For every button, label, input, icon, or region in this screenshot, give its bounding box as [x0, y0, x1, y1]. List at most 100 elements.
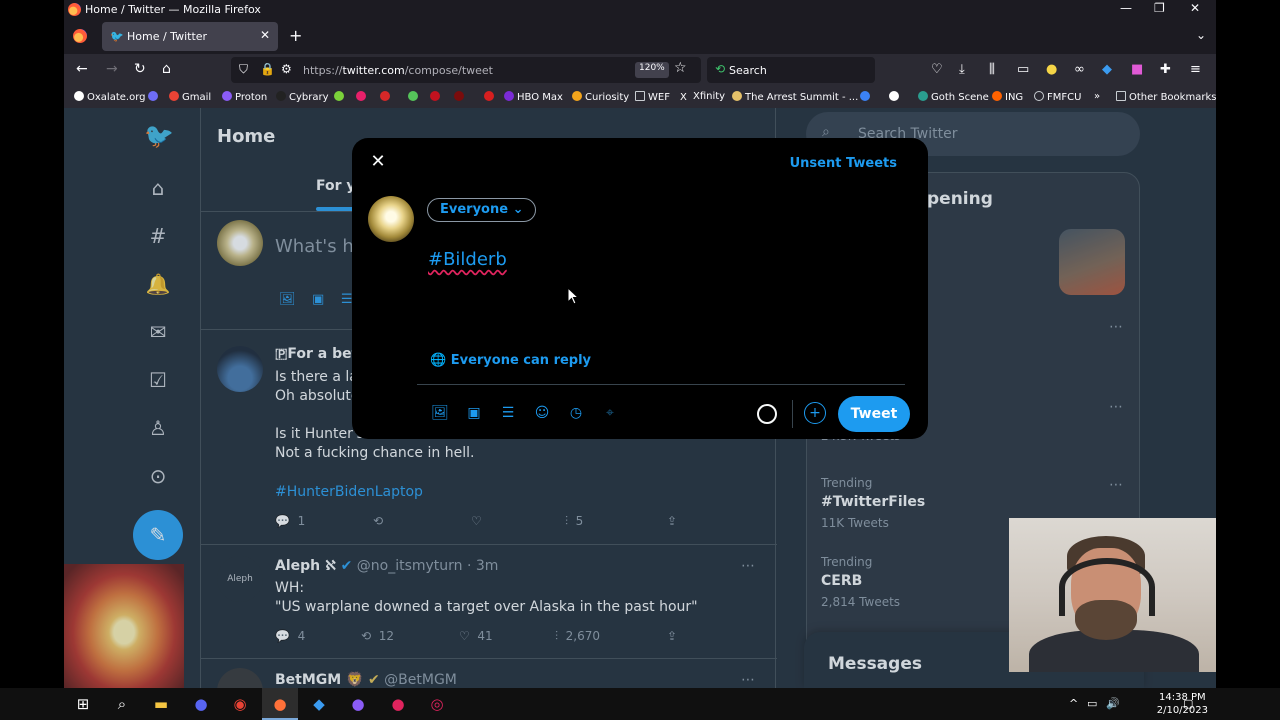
reload-button[interactable]: ↻ — [134, 61, 146, 77]
extension-emoji-icon[interactable]: ● — [1046, 62, 1057, 77]
add-thread-button[interactable]: + — [804, 402, 826, 424]
compose-toolbar: 🖼 ▣ ☰ ☺ ◷ ⌖ — [428, 405, 632, 421]
tweet-button[interactable]: Tweet — [838, 396, 910, 432]
bookmarks-toolbar: Oxalate.org Gmail Proton Cybrary HBO Max… — [64, 86, 1216, 108]
divider — [792, 400, 793, 428]
bookmark-item[interactable] — [889, 91, 902, 103]
lock-icon[interactable]: 🔒 — [260, 62, 275, 76]
gif-icon[interactable]: ▣ — [462, 405, 486, 421]
bookmark-item[interactable]: HBO Max — [504, 91, 563, 103]
bookmark-item[interactable] — [148, 91, 161, 103]
location-icon[interactable]: ⌖ — [598, 405, 622, 421]
forward-button[interactable]: → — [106, 61, 118, 77]
github-icon[interactable]: ● — [349, 695, 367, 713]
bookmark-item[interactable]: FMFCU — [1034, 91, 1081, 103]
discord-icon[interactable]: ● — [192, 695, 210, 713]
proton-icon — [222, 91, 232, 101]
maximize-button[interactable]: ❐ — [1154, 1, 1165, 15]
unsent-tweets-button[interactable]: Unsent Tweets — [790, 156, 897, 171]
bookmark-item[interactable]: Goth Scene — [918, 91, 989, 103]
extensions-puzzle-icon[interactable]: ✚ — [1160, 62, 1171, 77]
audience-selector[interactable]: Everyone ⌄ — [427, 198, 537, 222]
search-icon[interactable]: ⌕ — [113, 695, 131, 713]
bookmarks-overflow-button[interactable]: » — [1094, 91, 1100, 102]
tray-overflow-icon[interactable]: ^ — [1069, 697, 1078, 710]
firefox-icon — [68, 3, 81, 16]
bookmark-item[interactable]: Cybrary — [276, 91, 329, 103]
home-button[interactable]: ⌂ — [162, 61, 171, 77]
obs-icon[interactable]: ◎ — [428, 695, 446, 713]
network-icon[interactable]: ▭ — [1087, 697, 1097, 710]
bookmark-item[interactable] — [454, 91, 467, 103]
bookmark-item[interactable] — [430, 91, 443, 103]
tweet-text-input[interactable]: #Bilderb — [428, 249, 507, 270]
bookmark-item[interactable] — [334, 91, 347, 103]
downloads-icon[interactable]: ⤓ — [959, 62, 965, 77]
search-bar[interactable]: ⟲ Search — [707, 57, 875, 83]
emoji-icon[interactable]: ☺ — [530, 405, 554, 421]
extension-pink-icon[interactable]: ■ — [1131, 62, 1143, 77]
bookmark-item[interactable] — [380, 91, 393, 103]
new-tab-button[interactable]: + — [289, 26, 302, 45]
bookmark-item[interactable]: Oxalate.org — [74, 91, 145, 103]
bookmark-favicon-icon — [454, 91, 464, 101]
globe-icon — [1034, 91, 1044, 101]
webcam-overlay — [1009, 518, 1216, 672]
extension-blue-icon[interactable]: ◆ — [1102, 62, 1112, 77]
permissions-icon[interactable]: ⚙ — [281, 62, 292, 76]
library-icon[interactable]: ⫼ — [989, 62, 995, 77]
firefox-taskbar-icon[interactable]: ● — [271, 695, 289, 713]
firefox-view-icon[interactable] — [73, 29, 87, 43]
chrome-icon[interactable]: ◉ — [231, 695, 249, 713]
bookmark-star-icon[interactable]: ☆ — [674, 60, 687, 76]
volume-icon[interactable]: 🔊 — [1106, 697, 1120, 710]
url-bar[interactable]: ⛉ 🔒 ⚙ https://twitter.com/compose/tweet … — [231, 57, 701, 83]
other-bookmarks-folder[interactable]: Other Bookmarks — [1116, 91, 1216, 103]
bookmark-favicon-icon — [148, 91, 158, 101]
start-windows-icon[interactable]: ⊞ — [74, 695, 92, 713]
bookmark-favicon-icon — [334, 91, 344, 101]
bookmark-item[interactable]: ING — [992, 91, 1023, 103]
folder-icon — [1116, 91, 1126, 101]
file-explorer-icon[interactable]: ▬ — [152, 695, 170, 713]
cybrary-icon — [276, 91, 286, 101]
schedule-icon[interactable]: ◷ — [564, 405, 588, 421]
bookmark-item[interactable]: Gmail — [169, 91, 211, 103]
windows-taskbar: ⊞ ⌕ ▬ ● ◉ ● ◆ ● ● ◎ ^ ▭ 🔊 14:38 PM 2/10/… — [0, 688, 1280, 720]
poll-icon[interactable]: ☰ — [496, 405, 520, 421]
folder-icon — [635, 91, 645, 101]
menu-hamburger-icon[interactable]: ≡ — [1190, 62, 1201, 77]
hbo-max-icon — [504, 91, 514, 101]
headset-icon — [1059, 558, 1155, 616]
sidebar-icon[interactable]: ▭ — [1017, 62, 1029, 77]
tab-close-icon[interactable]: ✕ — [260, 28, 270, 42]
extension-glasses-icon[interactable]: ∞ — [1074, 62, 1085, 77]
back-button[interactable]: ← — [76, 61, 88, 77]
character-count-ring — [757, 404, 777, 424]
url-text[interactable]: https://twitter.com/compose/tweet — [303, 64, 493, 77]
media-icon[interactable]: 🖼 — [428, 405, 452, 421]
bookmark-item[interactable] — [408, 91, 421, 103]
bookmark-item[interactable]: The Arrest Summit - ... — [732, 91, 858, 103]
zoom-level-badge[interactable]: 120% — [635, 62, 669, 78]
reply-setting-button[interactable]: 🌐 Everyone can reply — [430, 353, 591, 368]
close-window-button[interactable]: ✕ — [1190, 1, 1200, 15]
bookmark-item[interactable] — [860, 91, 873, 103]
list-all-tabs-icon[interactable]: ⌄ — [1196, 28, 1206, 42]
notifications-icon[interactable]: ▢ — [1183, 697, 1193, 710]
tracking-shield-icon[interactable]: ⛉ — [239, 62, 248, 77]
bookmark-item[interactable]: WEF — [635, 91, 670, 103]
bookmark-item[interactable] — [484, 91, 497, 103]
bookmark-item[interactable]: X Xfinity — [680, 91, 725, 103]
vscode-icon[interactable]: ◆ — [310, 695, 328, 713]
xfinity-icon: X — [680, 92, 687, 103]
bookmark-item[interactable]: Curiosity — [572, 91, 629, 103]
close-icon[interactable]: ✕ — [368, 152, 388, 172]
globe-icon: 🌐 — [430, 353, 447, 368]
bookmark-item[interactable]: Proton — [222, 91, 267, 103]
bookmark-item[interactable] — [356, 91, 369, 103]
minimize-button[interactable]: — — [1120, 1, 1132, 15]
pocket-icon[interactable]: ♡ — [931, 62, 943, 77]
cherry-app-icon[interactable]: ● — [389, 695, 407, 713]
tab-home-twitter[interactable]: 🐦 Home / Twitter ✕ — [102, 22, 278, 51]
